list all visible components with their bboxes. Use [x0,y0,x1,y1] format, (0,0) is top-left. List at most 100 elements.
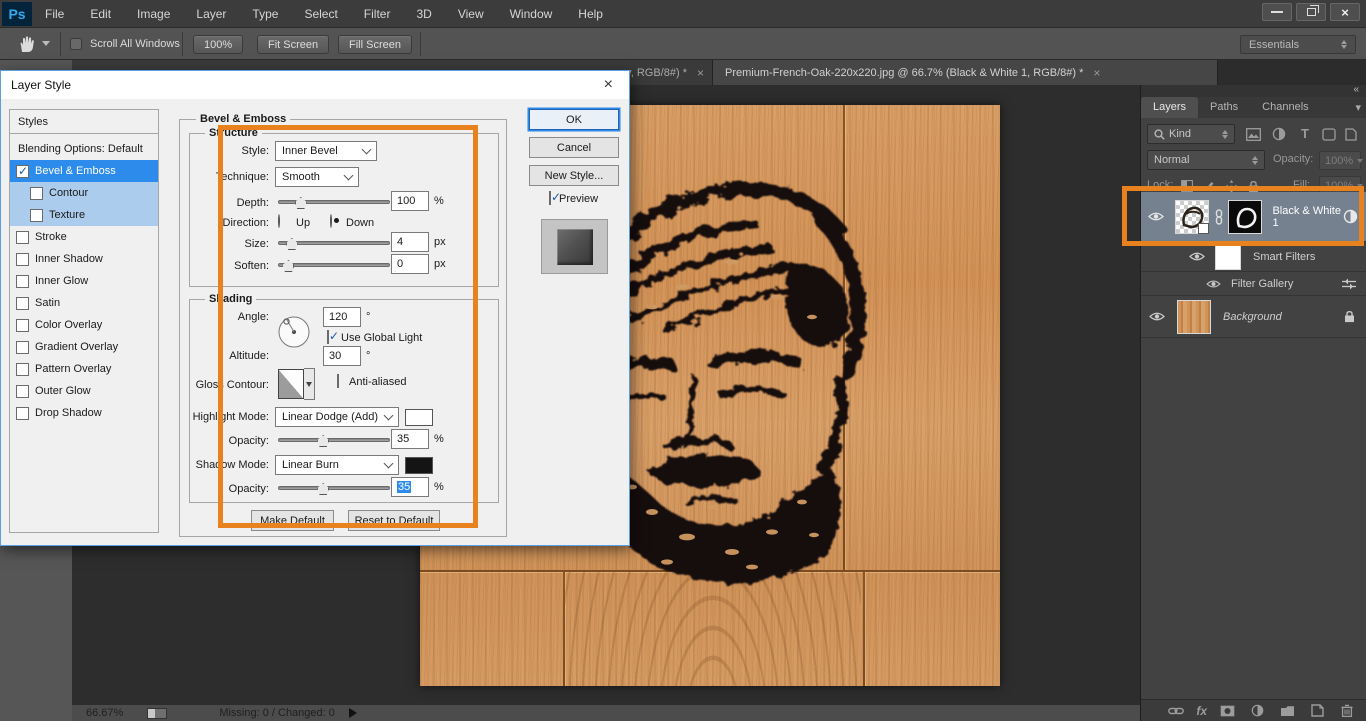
hand-tool-icon[interactable] [16,34,38,54]
layer-mask-link-icon[interactable] [1210,208,1228,226]
style-item-inner-shadow[interactable]: Inner Shadow [10,248,158,270]
technique-select[interactable]: Smooth [275,167,359,187]
cancel-button[interactable]: Cancel [529,137,619,158]
close-button[interactable]: × [1330,3,1360,21]
filter-shape-layers-icon[interactable] [1319,125,1339,143]
ok-button[interactable]: OK [529,109,619,130]
gloss-contour-dropdown[interactable] [304,368,315,400]
slider-thumb[interactable] [282,260,294,272]
visibility-eye-icon[interactable] [1147,308,1167,326]
tab-close-icon[interactable]: × [1093,66,1100,80]
checkbox[interactable] [16,407,29,420]
visibility-eye-icon[interactable] [1147,208,1165,226]
adjustment-indicator-icon[interactable] [1341,208,1359,226]
kind-filter-select[interactable]: Kind [1147,124,1235,144]
layer-row-filter-gallery[interactable]: Filter Gallery [1141,272,1366,296]
layer-row-smart-filters[interactable]: Smart Filters [1141,242,1366,272]
layer-name[interactable]: Background [1223,311,1282,323]
gloss-contour-thumbnail[interactable] [278,369,304,399]
tab-channels[interactable]: Channels [1250,97,1320,118]
depth-input[interactable]: 100 [391,191,429,211]
zoom-level[interactable]: 66.67% [86,707,123,719]
layer-style-fx-icon[interactable]: fx [1196,704,1207,718]
link-layers-icon[interactable] [1166,702,1186,720]
slider-thumb[interactable] [317,483,329,495]
smart-object-thumbnail[interactable] [1175,200,1209,234]
tab-layers[interactable]: Layers [1141,97,1198,118]
size-input[interactable]: 4 [391,232,429,252]
tab-close-icon[interactable]: × [697,66,704,80]
menu-select[interactable]: Select [291,0,350,28]
menu-filter[interactable]: Filter [351,0,404,28]
new-style-button[interactable]: New Style... [529,165,619,186]
zoom-100-button[interactable]: 100% [193,35,243,54]
slider-thumb[interactable] [317,435,329,447]
highlight-color-swatch[interactable] [405,409,433,426]
shadow-opacity-input[interactable]: 35 [391,477,429,497]
checkbox[interactable] [16,341,29,354]
style-item-color-overlay[interactable]: Color Overlay [10,314,158,336]
filter-name[interactable]: Filter Gallery [1231,278,1293,290]
style-item-texture[interactable]: Texture [10,204,158,226]
style-select[interactable]: Inner Bevel [275,141,377,161]
shadow-color-swatch[interactable] [405,457,433,474]
menu-image[interactable]: Image [124,0,183,28]
style-item-contour[interactable]: Contour [10,182,158,204]
style-item-pattern-overlay[interactable]: Pattern Overlay [10,358,158,380]
visibility-eye-icon[interactable] [1203,275,1223,293]
tool-preset-dropdown-icon[interactable] [42,41,50,46]
filter-adjustment-layers-icon[interactable] [1269,125,1289,143]
angle-dial[interactable] [277,315,311,349]
direction-down-radio[interactable] [330,214,332,228]
restore-button[interactable] [1296,3,1326,21]
angle-input[interactable]: 120 [323,307,361,327]
checkbox[interactable] [16,363,29,376]
menu-window[interactable]: Window [497,0,566,28]
checkbox[interactable] [16,385,29,398]
style-item-outer-glow[interactable]: Outer Glow [10,380,158,402]
background-thumbnail[interactable] [1177,300,1211,334]
size-slider[interactable] [278,236,390,250]
minimize-button[interactable] [1262,3,1292,21]
layer-name[interactable]: Black & White 1 [1272,205,1341,229]
checkbox-checked[interactable] [16,165,29,178]
dialog-close-icon[interactable]: × [598,76,619,94]
slider-thumb[interactable] [295,197,307,209]
status-menu-arrow-icon[interactable] [349,708,357,718]
filter-pixel-layers-icon[interactable] [1243,125,1263,143]
style-item-bevel-emboss[interactable]: Bevel & Emboss [10,160,158,182]
filter-type-layers-icon[interactable]: T [1295,124,1315,142]
checkbox[interactable] [16,231,29,244]
highlight-mode-select[interactable]: Linear Dodge (Add) [275,407,399,427]
slider-thumb[interactable] [286,238,298,250]
fill-screen-button[interactable]: Fill Screen [338,35,412,54]
new-adjustment-layer-icon[interactable] [1247,702,1267,720]
scroll-all-windows-checkbox[interactable] [70,38,82,50]
menu-type[interactable]: Type [239,0,291,28]
new-group-icon[interactable] [1277,702,1297,720]
blend-mode-select[interactable]: Normal [1147,150,1265,170]
menu-3d[interactable]: 3D [403,0,444,28]
delete-layer-icon[interactable] [1337,702,1357,720]
menu-file[interactable]: File [32,0,77,28]
highlight-opacity-input[interactable]: 35 [391,429,429,449]
filter-blending-options-icon[interactable] [1339,275,1359,293]
filter-smart-objects-icon[interactable] [1341,125,1361,143]
visibility-eye-icon[interactable] [1187,248,1207,266]
menu-edit[interactable]: Edit [77,0,124,28]
style-item-inner-glow[interactable]: Inner Glow [10,270,158,292]
checkbox[interactable] [16,275,29,288]
style-item-gradient-overlay[interactable]: Gradient Overlay [10,336,158,358]
preview-checkbox[interactable] [549,191,551,205]
fit-screen-button[interactable]: Fit Screen [257,35,329,54]
checkbox[interactable] [30,187,43,200]
menu-help[interactable]: Help [565,0,616,28]
checkbox[interactable] [16,297,29,310]
panel-menu-icon[interactable]: ▾ [1355,101,1361,114]
opacity-value[interactable]: 100% [1319,151,1361,170]
document-tab-active[interactable]: Premium-French-Oak-220x220.jpg @ 66.7% (… [713,60,1218,85]
altitude-input[interactable]: 30 [323,346,361,366]
make-default-button[interactable]: Make Default [251,510,334,531]
tab-paths[interactable]: Paths [1198,97,1250,118]
checkbox[interactable] [16,253,29,266]
